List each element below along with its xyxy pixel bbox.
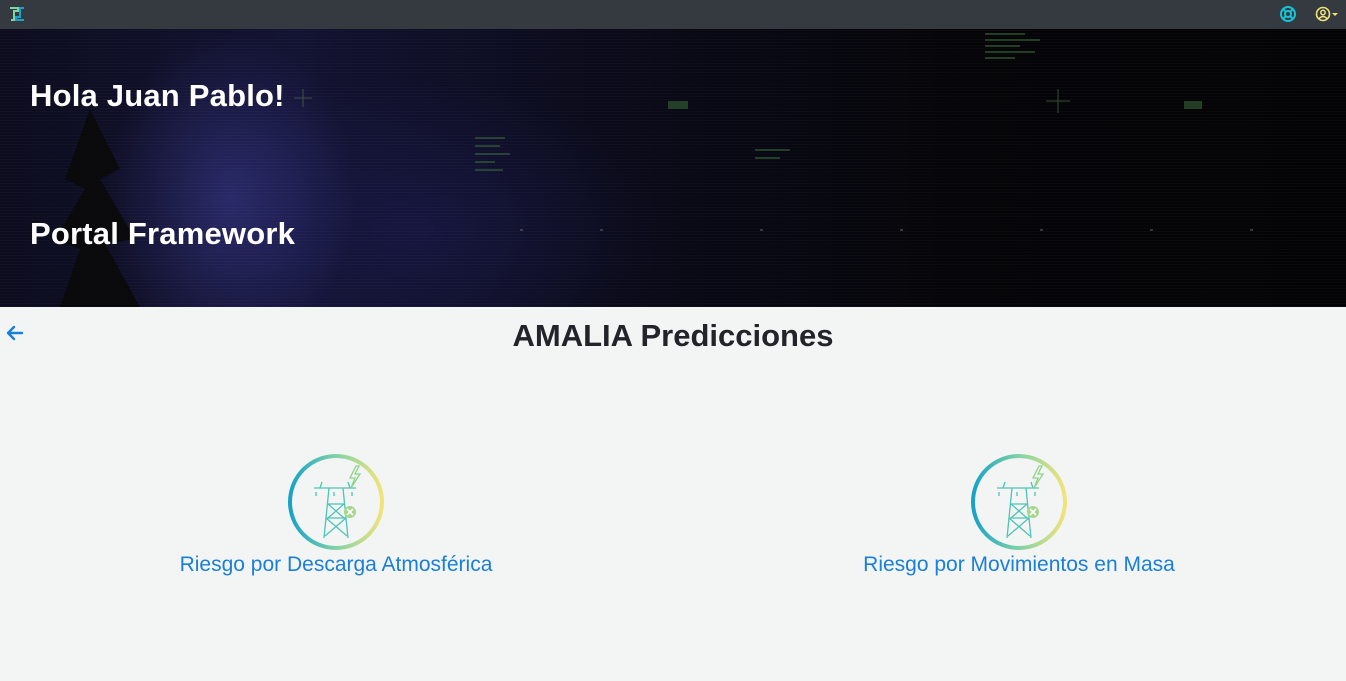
card-descarga-atmosferica[interactable]: Riesgo por Descarga Atmosférica — [126, 452, 546, 577]
greeting-heading: Hola Juan Pablo! — [30, 78, 285, 113]
page-title: AMALIA Predicciones — [512, 318, 834, 353]
top-navbar — [0, 0, 1346, 29]
power-tower-lightning-icon — [971, 454, 1067, 550]
chevron-down-icon — [1332, 13, 1338, 16]
lifebuoy-icon[interactable] — [1279, 5, 1297, 23]
app-logo-icon[interactable] — [8, 5, 26, 23]
power-tower-lightning-icon — [288, 454, 384, 550]
card-label[interactable]: Riesgo por Descarga Atmosférica — [126, 553, 546, 577]
user-circle-icon[interactable] — [1314, 5, 1342, 23]
hero-background-decoration — [55, 33, 1253, 307]
portal-title: Portal Framework — [30, 216, 296, 251]
card-label[interactable]: Riesgo por Movimientos en Masa — [809, 553, 1229, 577]
hero-banner: Hola Juan Pablo! Portal Framework — [0, 29, 1346, 307]
card-movimientos-en-masa[interactable]: Riesgo por Movimientos en Masa — [809, 452, 1229, 577]
